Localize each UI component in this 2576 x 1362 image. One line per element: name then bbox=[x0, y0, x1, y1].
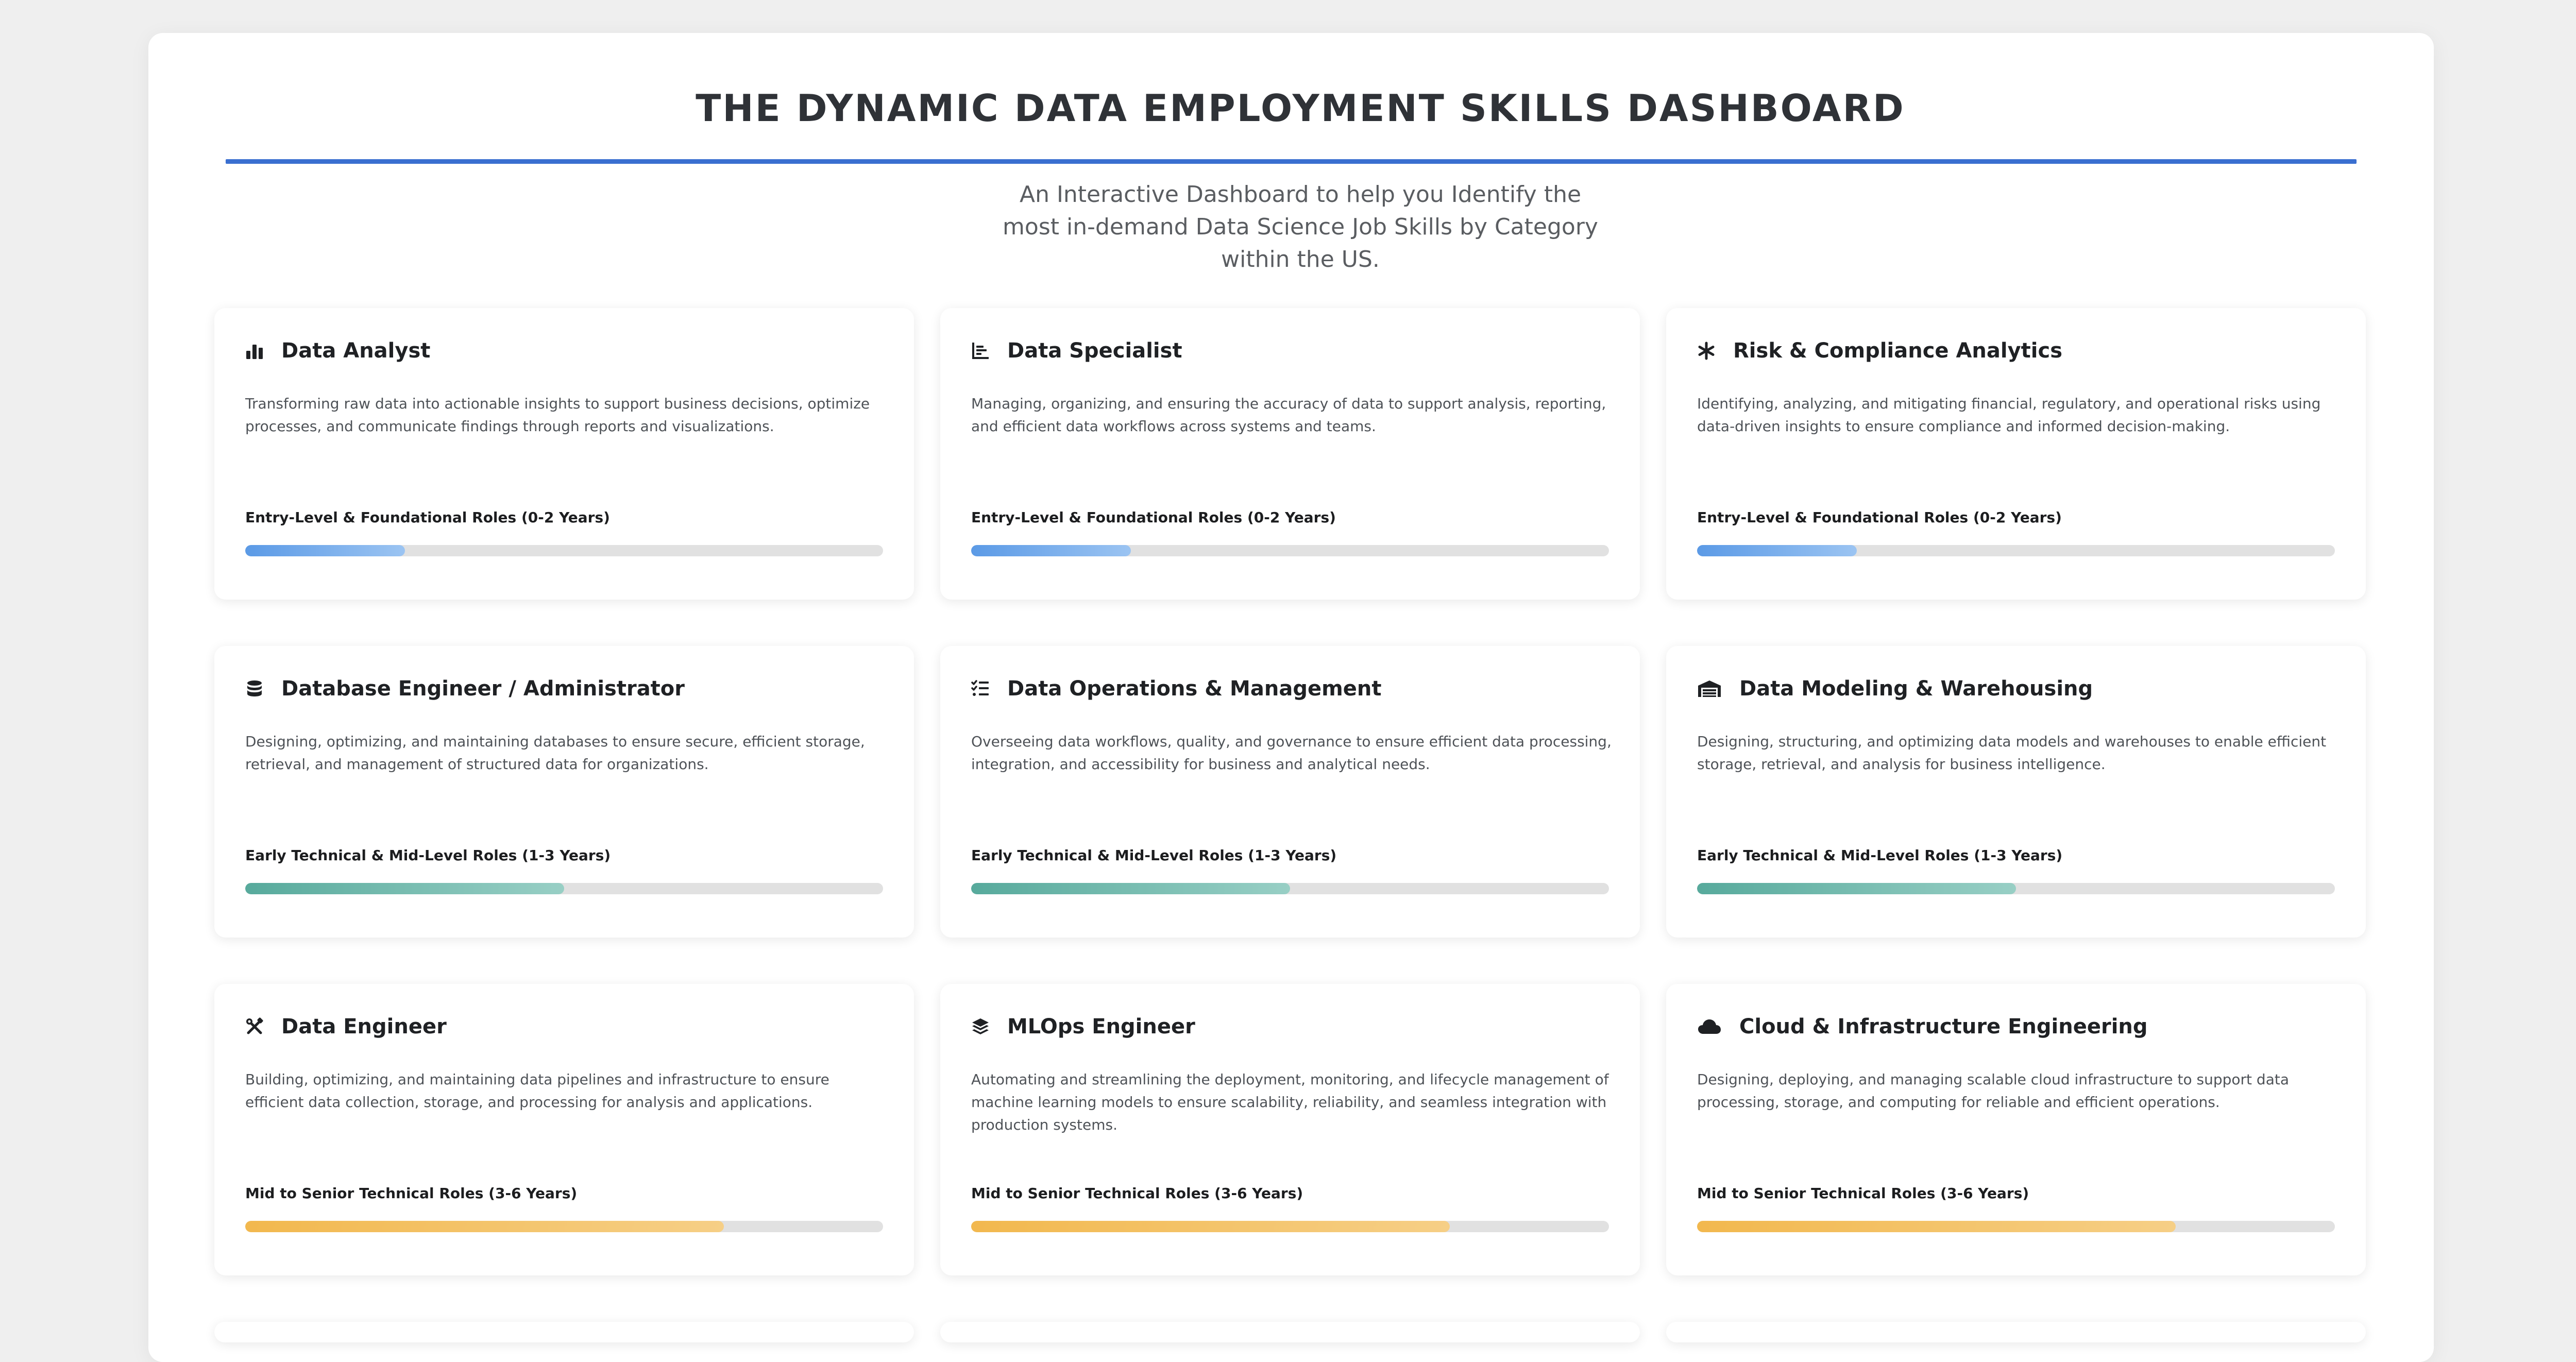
card-header: Data Modeling & Warehousing bbox=[1697, 677, 2093, 701]
card-level-label: Mid to Senior Technical Roles (3-6 Years… bbox=[971, 1185, 1303, 1202]
card-header: Data Operations & Management bbox=[971, 677, 1381, 701]
level-progress-bar bbox=[1697, 545, 2335, 556]
card-level-label: Early Technical & Mid-Level Roles (1-3 Y… bbox=[1697, 847, 2063, 864]
card-header: Database Engineer / Administrator bbox=[245, 677, 685, 701]
card-header: Data Engineer bbox=[245, 1015, 447, 1038]
card-title: Data Operations & Management bbox=[1007, 677, 1382, 701]
card-row4-col3[interactable] bbox=[1666, 1322, 2366, 1342]
page-title: THE DYNAMIC DATA EMPLOYMENT SKILLS DASHB… bbox=[696, 87, 1905, 130]
card-description: Identifying, analyzing, and mitigating f… bbox=[1697, 395, 2321, 435]
card-description: Managing, organizing, and ensuring the a… bbox=[971, 395, 1606, 435]
card-level-label: Early Technical & Mid-Level Roles (1-3 Y… bbox=[971, 847, 1337, 864]
card-description: Building, optimizing, and maintaining da… bbox=[245, 1071, 829, 1111]
cloud-icon bbox=[1697, 1017, 1722, 1036]
card-level-label: Mid to Senior Technical Roles (3-6 Years… bbox=[1697, 1185, 2029, 1202]
warehouse-icon bbox=[1697, 679, 1722, 698]
card-header: Data Specialist bbox=[971, 339, 1182, 363]
checklist-icon bbox=[971, 679, 990, 698]
card-description: Designing, optimizing, and maintaining d… bbox=[245, 733, 865, 773]
card-header: Cloud & Infrastructure Engineering bbox=[1697, 1015, 2148, 1038]
level-progress-fill bbox=[1697, 545, 1857, 556]
card-level-label: Entry-Level & Foundational Roles (0-2 Ye… bbox=[245, 509, 610, 526]
card-row4-col2[interactable] bbox=[940, 1322, 1640, 1342]
card-data-operations[interactable]: Data Operations & Management Overseeing … bbox=[940, 646, 1640, 938]
card-title: Cloud & Infrastructure Engineering bbox=[1739, 1015, 2148, 1038]
card-level-label: Entry-Level & Foundational Roles (0-2 Ye… bbox=[1697, 509, 2062, 526]
card-header: Risk & Compliance Analytics bbox=[1697, 339, 2062, 363]
layers-icon bbox=[971, 1017, 990, 1036]
card-data-modeling[interactable]: Data Modeling & Warehousing Designing, s… bbox=[1666, 646, 2366, 938]
card-description: Transforming raw data into actionable in… bbox=[245, 395, 870, 435]
card-row4-col1[interactable] bbox=[214, 1322, 914, 1342]
tools-icon bbox=[245, 1017, 264, 1036]
level-progress-bar bbox=[971, 1221, 1609, 1232]
card-level-label: Mid to Senior Technical Roles (3-6 Years… bbox=[245, 1185, 578, 1202]
database-icon bbox=[245, 679, 264, 698]
card-header: Data Analyst bbox=[245, 339, 430, 363]
level-progress-fill bbox=[971, 545, 1131, 556]
card-data-engineer[interactable]: Data Engineer Building, optimizing, and … bbox=[214, 984, 914, 1275]
level-progress-bar bbox=[971, 545, 1609, 556]
card-header: MLOps Engineer bbox=[971, 1015, 1195, 1038]
level-progress-bar bbox=[245, 1221, 883, 1232]
card-level-label: Entry-Level & Foundational Roles (0-2 Ye… bbox=[971, 509, 1336, 526]
card-description: Designing, deploying, and managing scala… bbox=[1697, 1071, 2289, 1111]
level-progress-fill bbox=[971, 883, 1290, 894]
card-database-engineer[interactable]: Database Engineer / Administrator Design… bbox=[214, 646, 914, 938]
level-progress-fill bbox=[1697, 1221, 2176, 1232]
level-progress-fill bbox=[245, 883, 564, 894]
card-title: Risk & Compliance Analytics bbox=[1733, 339, 2063, 363]
card-title: Data Specialist bbox=[1007, 339, 1182, 363]
card-cloud-infrastructure[interactable]: Cloud & Infrastructure Engineering Desig… bbox=[1666, 984, 2366, 1275]
card-description: Overseeing data workflows, quality, and … bbox=[971, 733, 1612, 773]
card-risk-compliance[interactable]: Risk & Compliance Analytics Identifying,… bbox=[1666, 308, 2366, 600]
level-progress-bar bbox=[971, 883, 1609, 894]
level-progress-fill bbox=[1697, 883, 2016, 894]
card-level-label: Early Technical & Mid-Level Roles (1-3 Y… bbox=[245, 847, 611, 864]
card-title: MLOps Engineer bbox=[1007, 1015, 1195, 1038]
list-chart-icon bbox=[971, 342, 990, 360]
card-description: Designing, structuring, and optimizing d… bbox=[1697, 733, 2327, 773]
card-title: Data Analyst bbox=[281, 339, 431, 363]
page-subtitle: An Interactive Dashboard to help you Ide… bbox=[1003, 181, 1598, 273]
card-data-analyst[interactable]: Data Analyst Transforming raw data into … bbox=[214, 308, 914, 600]
level-progress-fill bbox=[245, 545, 405, 556]
level-progress-bar bbox=[1697, 883, 2335, 894]
card-description: Automating and streamlining the deployme… bbox=[971, 1071, 1609, 1133]
level-progress-fill bbox=[971, 1221, 1450, 1232]
level-progress-bar bbox=[245, 545, 883, 556]
level-progress-fill bbox=[245, 1221, 724, 1232]
card-data-specialist[interactable]: Data Specialist Managing, organizing, an… bbox=[940, 308, 1640, 600]
card-title: Data Engineer bbox=[281, 1015, 447, 1038]
level-progress-bar bbox=[245, 883, 883, 894]
asterisk-icon bbox=[1697, 342, 1716, 360]
card-mlops-engineer[interactable]: MLOps Engineer Automating and streamlini… bbox=[940, 984, 1640, 1275]
card-title: Data Modeling & Warehousing bbox=[1739, 677, 2093, 701]
level-progress-bar bbox=[1697, 1221, 2335, 1232]
card-title: Database Engineer / Administrator bbox=[281, 677, 685, 701]
bar-chart-icon bbox=[245, 342, 264, 360]
title-divider bbox=[226, 159, 2357, 164]
